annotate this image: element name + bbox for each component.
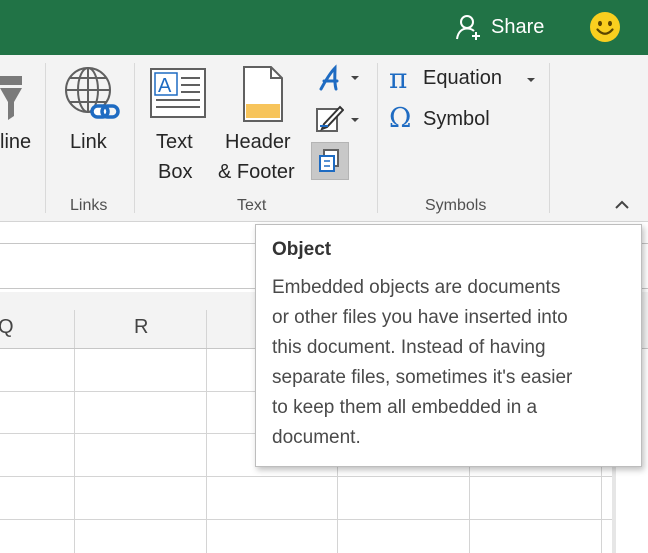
- text-box-label-1[interactable]: Text: [156, 128, 193, 157]
- title-bar: [0, 0, 648, 55]
- tooltip-line: Embedded objects are documents: [272, 277, 561, 298]
- column-header-q[interactable]: Q: [0, 316, 14, 339]
- header-footer-icon[interactable]: [243, 66, 283, 122]
- link-icon[interactable]: [62, 66, 122, 128]
- tooltip-body: Embedded objects are documents or other …: [272, 273, 632, 453]
- share-label: Share: [491, 15, 545, 38]
- object-icon: [319, 149, 339, 172]
- omega-icon: Ω: [389, 103, 412, 134]
- collapse-ribbon-icon[interactable]: [611, 195, 633, 215]
- chevron-down-icon: [527, 78, 535, 82]
- header-footer-label-2[interactable]: & Footer: [218, 158, 295, 187]
- chevron-down-icon: [351, 76, 359, 80]
- tooltip-line: this document. Instead of having: [272, 337, 546, 358]
- header-footer-label-1[interactable]: Header: [225, 128, 291, 157]
- tooltip-title: Object: [272, 239, 332, 260]
- chevron-down-icon: [351, 118, 359, 122]
- wordart-button[interactable]: [318, 64, 364, 92]
- tooltip-line: separate files, sometimes it's easier: [272, 367, 573, 388]
- column-header-r[interactable]: R: [134, 316, 148, 339]
- signature-line-icon: [316, 105, 344, 132]
- timeline-button-label[interactable]: line: [0, 128, 31, 157]
- group-label-symbols: Symbols: [425, 197, 487, 214]
- equation-button[interactable]: π Equation: [389, 62, 549, 96]
- smiley-icon[interactable]: [589, 11, 621, 43]
- tooltip-line: to keep them all embedded in a: [272, 397, 538, 418]
- object-button[interactable]: [311, 142, 349, 180]
- link-button-label[interactable]: Link: [70, 128, 107, 157]
- add-person-icon: [456, 15, 480, 40]
- text-box-label-2[interactable]: Box: [158, 158, 192, 187]
- symbol-label: Symbol: [423, 108, 490, 130]
- tooltip-line: document.: [272, 427, 361, 448]
- share-button[interactable]: Share: [455, 12, 544, 42]
- object-tooltip: Object Embedded objects are documents or…: [255, 224, 642, 467]
- equation-label: Equation: [423, 67, 502, 89]
- text-box-icon[interactable]: A: [150, 68, 206, 118]
- wordart-icon: [319, 64, 339, 91]
- pi-icon: π: [389, 62, 408, 95]
- group-label-text: Text: [237, 197, 267, 214]
- group-label-links: Links: [70, 197, 108, 214]
- svg-text:A: A: [158, 75, 172, 97]
- symbol-button[interactable]: Ω Symbol: [389, 103, 519, 136]
- tooltip-line: or other files you have inserted into: [272, 307, 568, 328]
- funnel-icon: [0, 76, 22, 120]
- signature-line-button[interactable]: [316, 104, 364, 134]
